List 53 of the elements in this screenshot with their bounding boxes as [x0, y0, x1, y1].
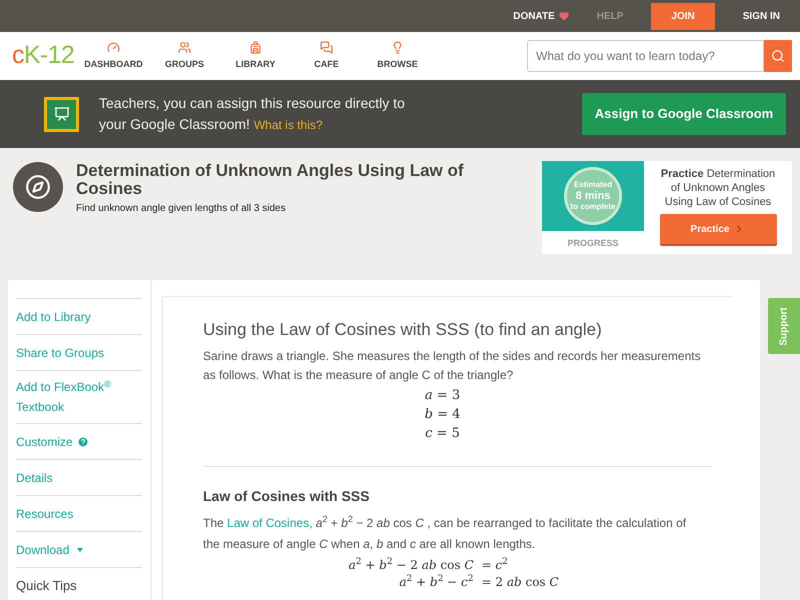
math-equation: c = 5: [425, 424, 460, 442]
lesson-title: Determination of Unknown Angles Using Law of Cosines: [76, 162, 465, 198]
search-icon: [771, 49, 785, 63]
assign-button[interactable]: Assign to Google Classroom: [582, 93, 786, 135]
support-tab[interactable]: Support: [768, 298, 800, 354]
practice-button[interactable]: Practice: [660, 214, 776, 244]
math-equation: a = 3: [424, 386, 460, 404]
math-equation-right: = c$^{2}$: [482, 556, 509, 574]
classroom-icon: [44, 96, 79, 132]
donate-link[interactable]: DONATE: [513, 8, 569, 24]
search-field[interactable]: What do you want to learn today?: [527, 40, 764, 72]
math-equation-left: a$^{2}$ + b$^{2}$ − 2 ab cos C: [348, 556, 474, 574]
people-icon: [178, 40, 191, 54]
search-button[interactable]: [764, 40, 792, 72]
what-is-this-link[interactable]: What is this?: [254, 118, 323, 132]
math-equation-right: = 2 ab cos C: [482, 574, 560, 590]
sidebar-link[interactable]: Customize: [16, 432, 89, 452]
top-link[interactable]: HELP: [596, 8, 624, 24]
gauge-icon: [107, 40, 120, 54]
practice-title: Practice Determination of Unknown Angles Using Law of Cosines: [660, 167, 776, 209]
nav-item[interactable]: GROUPS: [149, 40, 220, 72]
law-of-cosines-link[interactable]: Law of Cosines,: [227, 516, 312, 530]
progress-label: PROGRESS: [566, 237, 620, 250]
nav-item[interactable]: BROWSE: [362, 40, 433, 72]
sidebar-link[interactable]: Add to FlexBook$^{®}$ Textbook: [16, 377, 142, 417]
lightbulb-icon: [391, 40, 404, 54]
section-text: The Law of Cosines, a$^{2}$ + b$^{2}$ − 2 ab cos C , can be rearranged to facilitate the calculation of the measure of angle C when a, b and c are all known lengths.: [203, 513, 688, 552]
math-equation: b = 4: [424, 406, 460, 424]
join-button[interactable]: JOIN: [651, 2, 715, 30]
estimate-badge: Estimated 8 mins to complete: [542, 161, 644, 231]
nav-item[interactable]: CAFE: [291, 40, 362, 72]
problem-text: Sarine draws a triangle. She measures the length of the sides and records her measurements as follows. What is the measure of angle C of the triangle?: [203, 348, 702, 384]
sidebar-link[interactable]: Details: [16, 468, 53, 488]
sidebar-link[interactable]: Download: [16, 540, 84, 560]
chat-icon: [320, 40, 333, 54]
logo[interactable]: cK-12: [12, 37, 78, 75]
sidebar-heading: Quick Tips: [16, 576, 77, 595]
caret-icon: [77, 548, 84, 552]
backpack-icon: [249, 40, 262, 54]
banner-text: Teachers, you can assign this resource directly to your Google Classroom! What is this?: [99, 94, 406, 134]
sidebar-link[interactable]: Resources: [16, 504, 74, 524]
nav-item[interactable]: DASHBOARD: [78, 40, 149, 72]
problem-title: Using the Law of Cosines with SSS (to find an angle): [203, 319, 603, 341]
sidebar-link[interactable]: Add to Library: [16, 306, 91, 326]
top-link[interactable]: SIGN IN: [742, 8, 780, 24]
section-heading: Law of Cosines with SSS: [203, 486, 370, 506]
lesson-subtitle: Find unknown angle given lengths of all 3 sides: [76, 202, 287, 216]
math-equation-left: a$^{2}$ + b$^{2}$ − c$^{2}$: [398, 574, 474, 590]
sidebar-link[interactable]: Share to Groups: [16, 342, 104, 362]
heart-icon: [558, 11, 569, 21]
compass-icon: [13, 162, 63, 212]
help-icon: [76, 436, 89, 448]
nav-item[interactable]: LIBRARY: [220, 40, 291, 72]
